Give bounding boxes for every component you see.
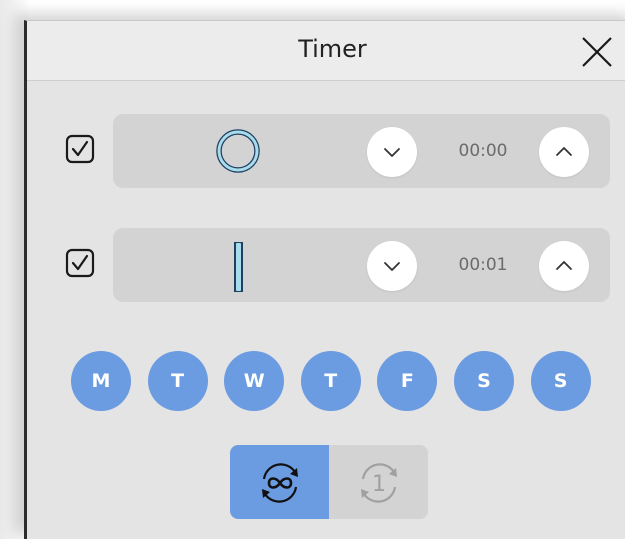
repeat-mode-toggle: 1 bbox=[230, 445, 428, 519]
timer-row-panel: 00:00 bbox=[113, 114, 610, 188]
timer-dialog: Timer 00:00 00:01 M T W T F S S 1 bbox=[24, 20, 625, 539]
day-thursday-button[interactable]: T bbox=[300, 351, 361, 411]
weekday-selector: M T W T F S S bbox=[71, 351, 591, 411]
repeat-once-label: 1 bbox=[372, 472, 386, 497]
chevron-up-icon bbox=[556, 147, 572, 156]
decrease-button[interactable] bbox=[367, 127, 417, 177]
timer-row-duration: 00:01 bbox=[27, 228, 625, 302]
repeat-once-button[interactable]: 1 bbox=[329, 445, 428, 519]
repeat-forever-button[interactable] bbox=[230, 445, 329, 519]
day-saturday-button[interactable]: S bbox=[453, 351, 514, 411]
time-value: 00:00 bbox=[458, 141, 508, 161]
repeat-once-icon: 1 bbox=[361, 463, 397, 503]
increase-button[interactable] bbox=[539, 127, 589, 177]
dialog-title: Timer bbox=[298, 35, 367, 63]
timer-row-start: 00:00 bbox=[27, 114, 625, 188]
chevron-down-icon bbox=[384, 262, 400, 271]
title-bar: Timer bbox=[27, 21, 625, 81]
chevron-down-icon bbox=[384, 148, 400, 157]
decrease-button[interactable] bbox=[367, 241, 417, 291]
checkbox-checked-icon[interactable] bbox=[65, 248, 95, 278]
circle-ring-icon bbox=[213, 128, 263, 174]
day-friday-button[interactable]: F bbox=[377, 351, 438, 411]
increase-button[interactable] bbox=[539, 241, 589, 291]
bar-icon bbox=[213, 241, 263, 293]
chevron-up-icon bbox=[556, 261, 572, 270]
repeat-infinite-icon bbox=[262, 463, 298, 503]
close-icon[interactable] bbox=[580, 35, 614, 69]
time-value: 00:01 bbox=[458, 255, 508, 275]
checkbox-checked-icon[interactable] bbox=[65, 134, 95, 164]
day-tuesday-button[interactable]: T bbox=[147, 351, 208, 411]
day-sunday-button[interactable]: S bbox=[530, 351, 591, 411]
timer-row-panel: 00:01 bbox=[113, 228, 610, 302]
day-wednesday-button[interactable]: W bbox=[224, 351, 285, 411]
day-monday-button[interactable]: M bbox=[71, 351, 131, 411]
